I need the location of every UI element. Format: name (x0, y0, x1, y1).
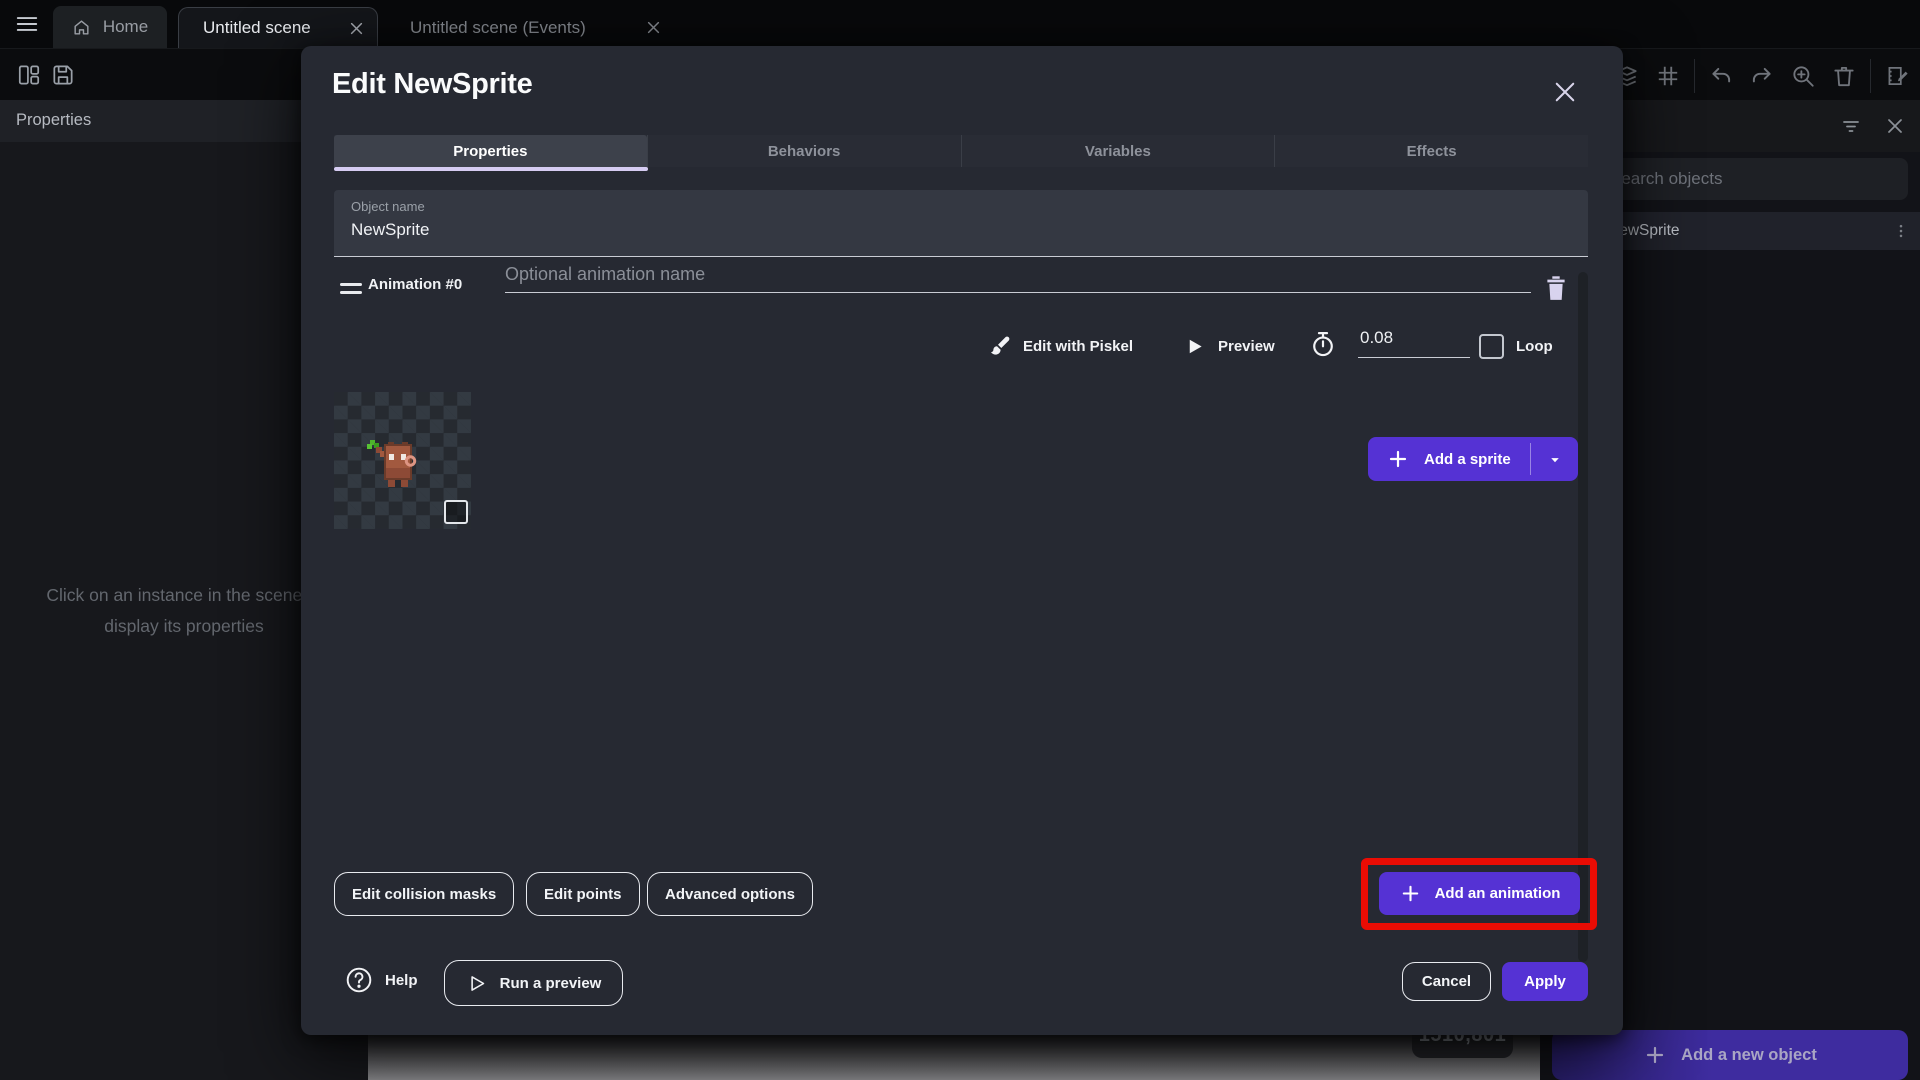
hamburger-menu-icon (16, 17, 38, 31)
edit-with-piskel-button[interactable] (988, 334, 1012, 358)
toggle-panels-button[interactable] (14, 60, 44, 90)
pig-sprite-image (367, 440, 417, 487)
undo-button[interactable] (1706, 61, 1736, 91)
stopwatch-icon (1313, 332, 1333, 357)
save-icon (53, 65, 73, 85)
tab-home[interactable]: Home (53, 6, 167, 48)
kebab-menu-icon (1899, 224, 1903, 238)
animation-name-input[interactable] (505, 264, 1531, 293)
search-objects-field[interactable] (1592, 158, 1908, 200)
plus-icon (1647, 1046, 1664, 1064)
close-icon (1888, 119, 1902, 133)
button-divider (1530, 443, 1531, 475)
play-icon (1189, 339, 1202, 354)
close-tab-icon[interactable] (350, 22, 363, 35)
tab-variables[interactable]: Variables (960, 135, 1275, 167)
dialog-tab-bar: Properties Behaviors Variables Effects (334, 135, 1588, 167)
zoom-in-icon (1793, 66, 1814, 87)
properties-panel-title: Properties (16, 111, 92, 129)
frame-select-checkbox[interactable] (444, 500, 468, 524)
object-list-item[interactable]: NewSprite (1608, 212, 1920, 250)
object-name-label: Object name (351, 199, 425, 214)
frame-duration-input[interactable] (1358, 328, 1470, 358)
run-a-preview-button[interactable]: Run a preview (444, 960, 623, 1006)
help-circle-icon (346, 967, 372, 993)
delete-button[interactable] (1829, 61, 1859, 91)
object-menu-button[interactable] (1892, 222, 1910, 240)
close-objects-panel-button[interactable] (1880, 111, 1910, 141)
sprite-frame-thumbnail[interactable] (334, 392, 471, 529)
grid-button[interactable] (1653, 61, 1683, 91)
add-sprite-label: Add a sprite (1424, 450, 1511, 468)
dialog-title: Edit NewSprite (332, 68, 533, 100)
brush-icon (991, 336, 1010, 355)
redo-button[interactable] (1747, 61, 1777, 91)
search-objects-input[interactable] (1592, 158, 1908, 200)
edit-with-piskel-label[interactable]: Edit with Piskel (1023, 338, 1133, 355)
loop-checkbox[interactable] (1479, 334, 1504, 359)
cancel-button[interactable]: Cancel (1402, 962, 1491, 1001)
tab-behaviors[interactable]: Behaviors (646, 135, 961, 167)
add-animation-label: Add an animation (1434, 885, 1561, 902)
tab-untitled-scene-events[interactable]: Untitled scene (Events) (388, 7, 674, 48)
edit-points-button[interactable]: Edit points (526, 872, 640, 916)
plus-icon (1402, 885, 1418, 902)
add-new-object-label: Add a new object (1681, 1045, 1817, 1064)
object-name-field[interactable]: Object name (334, 190, 1588, 257)
plus-icon (1389, 450, 1407, 468)
save-button[interactable] (48, 60, 78, 90)
caret-down-icon[interactable] (1546, 451, 1564, 469)
top-bar: Home Untitled scene Untitled scene (Even… (0, 0, 1920, 48)
edit-collision-masks-button[interactable]: Edit collision masks (334, 872, 515, 916)
tab-properties[interactable]: Properties (334, 135, 647, 167)
close-tab-icon[interactable] (647, 21, 660, 34)
edit-scene-properties-button[interactable] (1882, 61, 1912, 91)
trash-icon (1834, 66, 1854, 87)
advanced-options-button[interactable]: Advanced options (647, 872, 814, 916)
close-dialog-button[interactable] (1547, 74, 1583, 110)
edit-sprite-dialog: Edit NewSprite Properties Behaviors Vari… (301, 46, 1623, 1035)
tab-effects[interactable]: Effects (1274, 135, 1588, 167)
add-sprite-button[interactable]: Add a sprite (1368, 437, 1578, 481)
loop-label: Loop (1516, 338, 1553, 355)
tab-home-label: Home (102, 17, 149, 36)
preview-button[interactable] (1185, 337, 1204, 356)
toolbar-separator (1870, 59, 1871, 93)
redo-icon (1752, 67, 1771, 83)
scene-toolbar-icons (1612, 59, 1912, 93)
trash-icon (1547, 276, 1565, 300)
filter-icon (1843, 121, 1859, 132)
tab-scene-label: Untitled scene (203, 18, 311, 37)
main-menu-button[interactable] (12, 9, 42, 39)
add-an-animation-button[interactable]: Add an animation (1379, 872, 1580, 915)
grid-icon (1658, 66, 1678, 86)
home-icon (74, 19, 89, 35)
animation-drag-handle[interactable] (340, 283, 362, 299)
apply-button[interactable]: Apply (1502, 962, 1588, 1001)
filter-objects-button[interactable] (1836, 111, 1866, 141)
add-new-object-button[interactable]: Add a new object (1552, 1030, 1908, 1080)
undo-icon (1712, 67, 1731, 83)
object-name-input[interactable] (351, 220, 1451, 240)
close-icon (1555, 82, 1575, 102)
panel-layout-icon (18, 65, 40, 85)
active-tab-indicator (334, 167, 648, 171)
toolbar-separator (1694, 59, 1695, 93)
tab-untitled-scene[interactable]: Untitled scene (178, 7, 378, 48)
gdevelop-app: 1510,801 Properties Click on an instance… (0, 0, 1920, 1080)
help-button[interactable]: Help (345, 966, 418, 994)
time-between-frames (1308, 329, 1338, 359)
run-preview-label: Run a preview (499, 974, 602, 992)
preview-label[interactable]: Preview (1218, 338, 1275, 355)
delete-animation-button[interactable] (1541, 272, 1571, 304)
play-outline-icon (470, 975, 484, 991)
animation-label: Animation #0 (368, 276, 463, 293)
tab-events-label: Untitled scene (Events) (410, 17, 586, 37)
zoom-button[interactable] (1788, 61, 1818, 91)
help-label: Help (385, 971, 418, 989)
edit-scene-icon (1888, 67, 1908, 85)
